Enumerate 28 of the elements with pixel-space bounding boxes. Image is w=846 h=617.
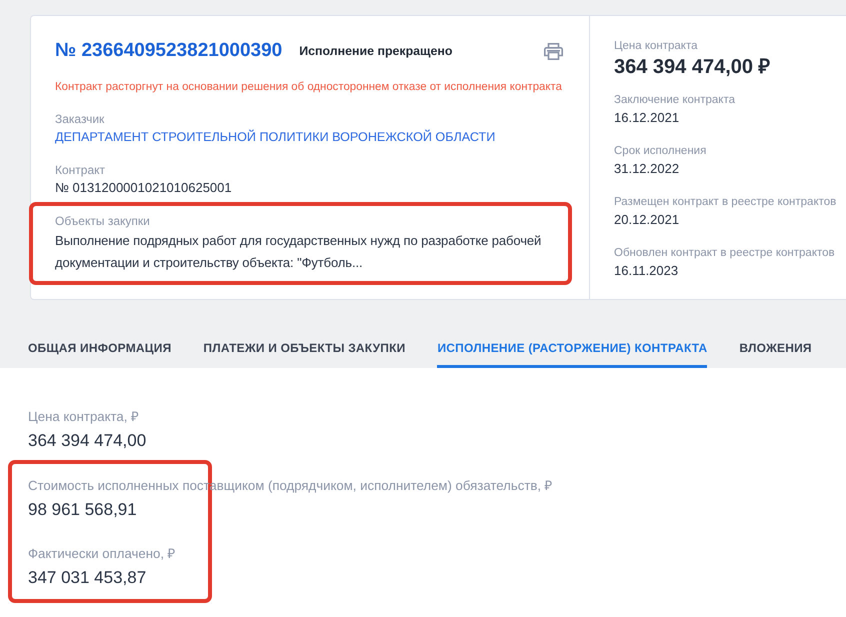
field-label: Объекты закупки [55,213,151,229]
amount-value: 98 961 568,91 [28,499,137,521]
date-value: 16.12.2021 [614,109,680,127]
field-label: Фактически оплачено, ₽ [28,545,176,563]
contract-number: № 2366409523821000390 [55,39,282,63]
print-icon[interactable] [544,42,563,60]
tab[interactable]: ОБЩАЯ ИНФОРМАЦИЯ [28,325,172,368]
tab[interactable]: ПЛАТЕЖИ И ОБЪЕКТЫ ЗАКУПКИ [203,325,406,368]
field-label: Обновлен контракт в реестре контрактов [614,246,836,261]
status-text: Исполнение прекращено [299,43,452,60]
notice-text: Контракт расторгнут на основании решения об одностороннем отказе от исполнения контракта [55,80,563,95]
customer-link[interactable]: ДЕПАРТАМЕНТ СТРОИТЕЛЬНОЙ ПОЛИТИКИ ВОРОНЕЖСКОЙ ОБЛАСТИ [55,128,565,146]
amount-value: 347 031 453,87 [28,567,146,589]
field-label: Заказчик [55,111,106,127]
field-label: Контракт [55,162,106,178]
tab[interactable]: ВЛОЖЕНИЯ [739,325,812,368]
price-value: 364 394 474,00 ₽ [614,55,772,80]
date-value: 31.12.2022 [614,160,680,178]
field-label: Цена контракта, ₽ [28,408,140,426]
field-label: Заключение контракта [614,93,736,108]
field-label: Цена контракта [614,39,699,54]
amount-value: 364 394 474,00 [28,430,146,452]
field-value: № 0131200001021010625001 [55,179,233,197]
field-value: Выполнение подрядных работ для государственных нужд по разработке рабочей документации и строительству объекта: "Футболь... [55,232,542,272]
date-value: 16.11.2023 [614,262,680,280]
field-label: Размещен контракт в реестре контрактов [614,195,838,210]
date-value: 20.12.2021 [614,211,680,229]
field-label: Срок исполнения [614,144,708,159]
